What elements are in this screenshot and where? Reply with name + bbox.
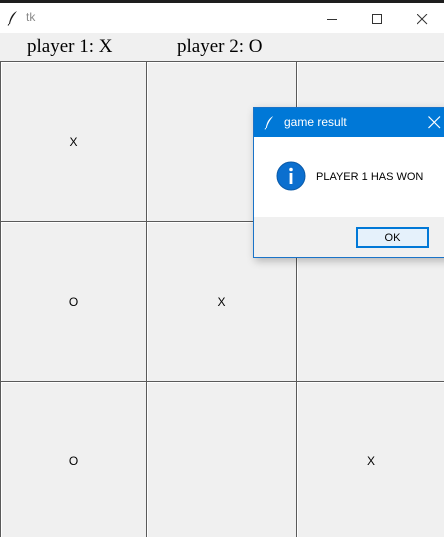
dialog-title: game result xyxy=(284,115,347,129)
board-cell-1-0[interactable]: O xyxy=(0,221,147,382)
screen: tk player 1: X player 2: O X O X O X gam… xyxy=(0,0,444,537)
maximize-icon xyxy=(372,14,382,24)
players-header: player 1: X player 2: O xyxy=(0,33,444,61)
close-icon xyxy=(428,116,441,129)
window-title: tk xyxy=(26,10,36,24)
board-cell-2-2[interactable]: X xyxy=(296,381,444,537)
window-titlebar[interactable]: tk xyxy=(0,3,444,33)
info-icon xyxy=(276,161,306,191)
board-cell-2-1[interactable] xyxy=(146,381,297,537)
close-icon xyxy=(417,14,428,25)
maximize-button[interactable] xyxy=(355,6,400,33)
game-result-dialog: game result PLAYER 1 HAS WON OK xyxy=(253,107,444,258)
tk-feather-icon xyxy=(7,11,17,26)
dialog-titlebar[interactable]: game result xyxy=(254,108,444,137)
dialog-body: PLAYER 1 HAS WON xyxy=(254,137,444,217)
board-cell-2-0[interactable]: O xyxy=(0,381,147,537)
player-2-label: player 2: O xyxy=(177,36,263,57)
player-1-label: player 1: X xyxy=(27,36,113,57)
tk-feather-icon xyxy=(264,116,274,130)
board-cell-0-0[interactable]: X xyxy=(0,61,147,222)
close-button[interactable] xyxy=(400,6,444,33)
minimize-icon xyxy=(327,19,337,20)
dialog-message: PLAYER 1 HAS WON xyxy=(316,171,424,183)
minimize-button[interactable] xyxy=(310,6,355,33)
dialog-close-button[interactable] xyxy=(416,108,444,137)
ok-button[interactable]: OK xyxy=(356,227,429,248)
